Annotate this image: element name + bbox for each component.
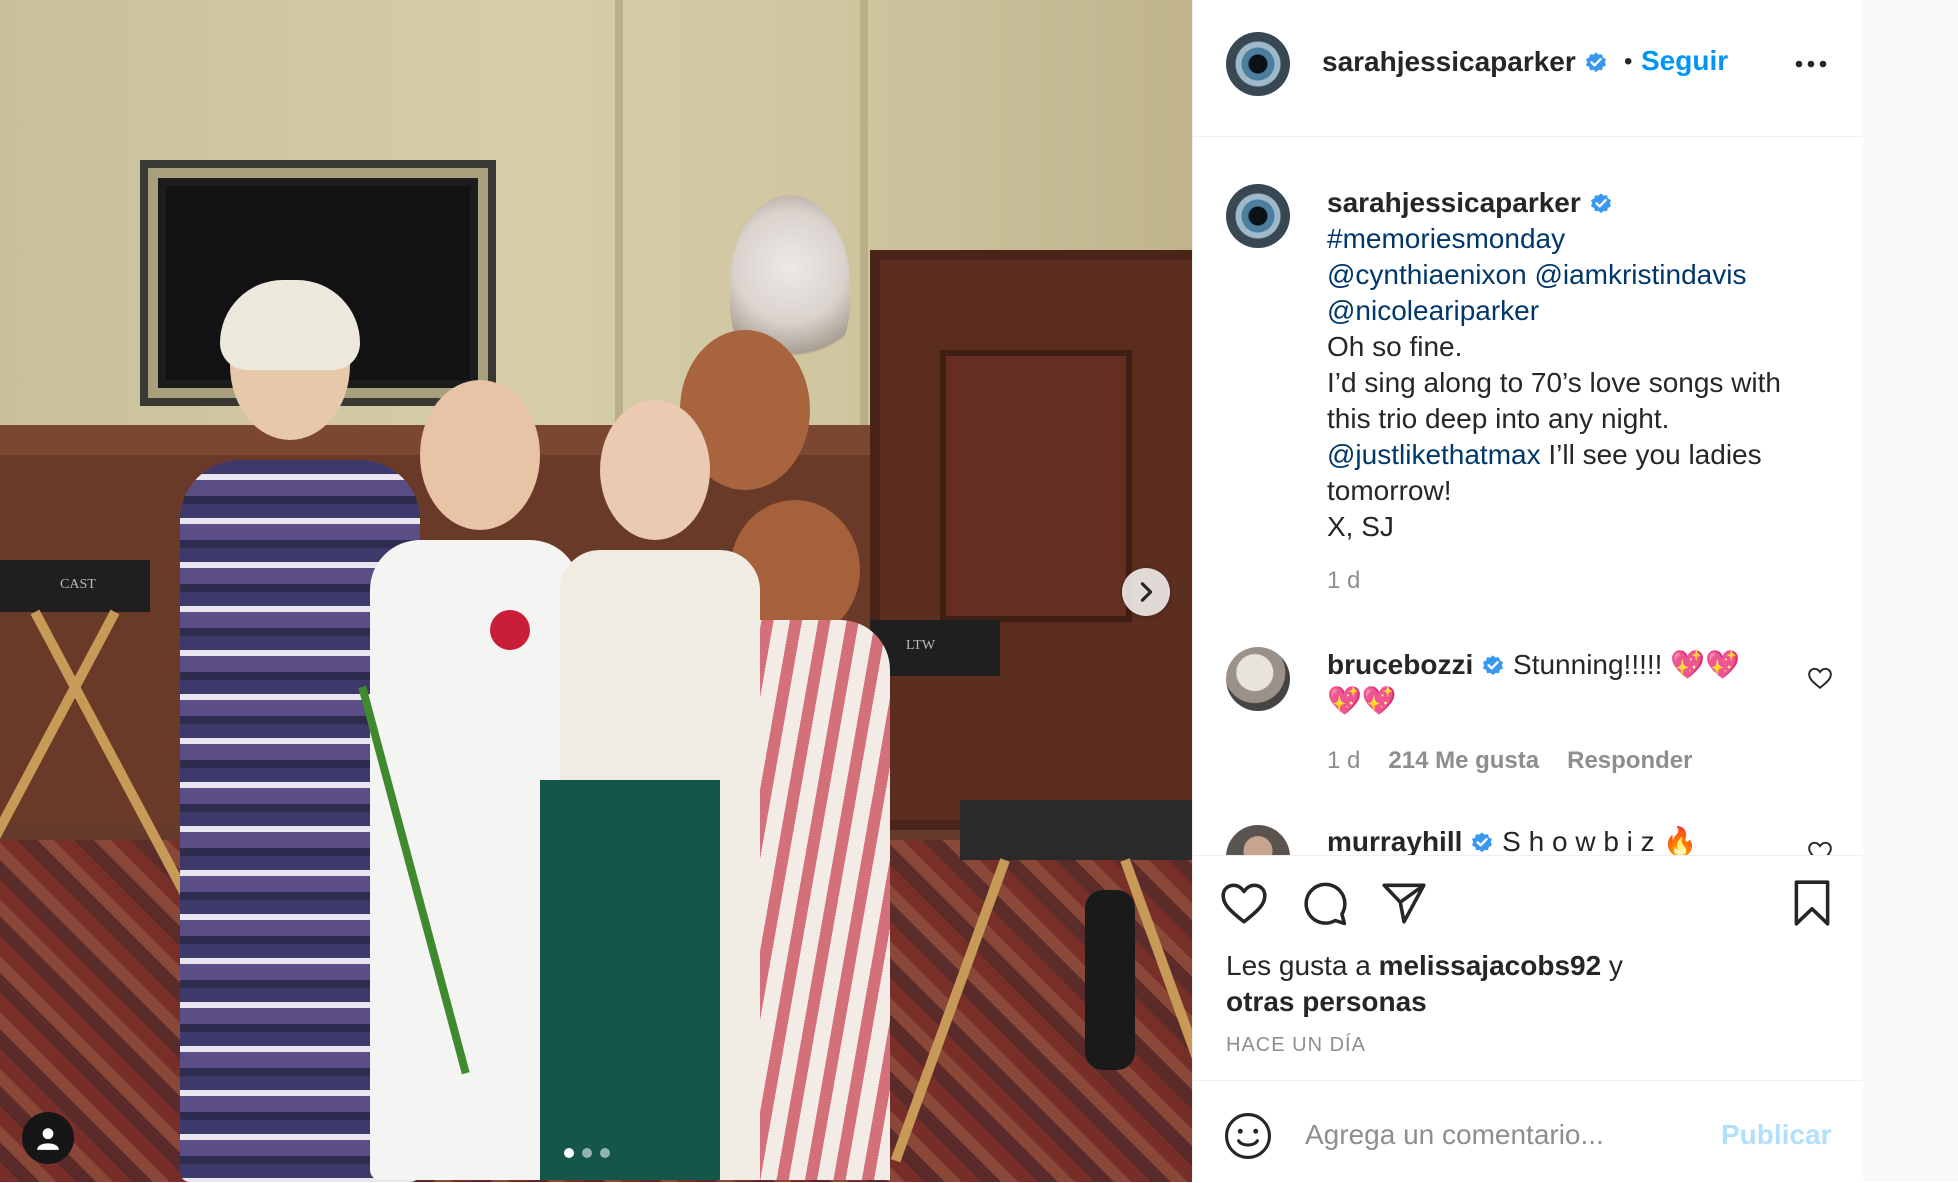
avatar[interactable] — [1226, 825, 1290, 855]
username-text[interactable]: sarahjessicaparker — [1322, 46, 1576, 77]
mention-link[interactable]: @nicoleariparker — [1327, 295, 1539, 326]
follow-button[interactable]: Seguir — [1641, 45, 1728, 77]
publish-button[interactable]: Publicar — [1721, 1119, 1831, 1151]
carousel-dot-active — [564, 1148, 574, 1158]
avatar[interactable] — [1226, 184, 1290, 248]
comment-icon[interactable] — [1299, 878, 1349, 928]
next-slide-button[interactable] — [1122, 568, 1170, 616]
likes-prefix: Les gusta a — [1226, 950, 1379, 981]
header-username[interactable]: sarahjessicaparker — [1322, 46, 1608, 78]
carousel-dot — [600, 1148, 610, 1158]
comment-like-icon[interactable] — [1807, 665, 1833, 691]
caption-signoff: X, SJ — [1327, 511, 1394, 542]
caption-time[interactable]: 1 d — [1327, 567, 1360, 595]
comment-time[interactable]: 1 d — [1327, 747, 1360, 775]
comment-likes[interactable]: 214 Me gusta — [1388, 747, 1539, 775]
reply-button[interactable]: Responder — [1567, 747, 1692, 775]
verified-badge-icon — [1472, 832, 1493, 853]
post-sidebar: sarahjessicaparker • Seguir sarahjessica… — [1192, 0, 1864, 1182]
comment-input[interactable] — [1303, 1103, 1697, 1167]
comment-username[interactable]: murrayhill — [1327, 826, 1462, 855]
verified-badge-icon — [1585, 52, 1606, 73]
emoji-icon[interactable] — [1223, 1111, 1273, 1161]
photo-person-3 — [540, 390, 760, 1182]
mention-link[interactable]: @cynthiaenixon — [1327, 259, 1527, 290]
comment-like-icon[interactable] — [1807, 839, 1833, 855]
post-caption: sarahjessicaparker #memoriesmonday @cynt… — [1327, 185, 1827, 545]
likes-summary[interactable]: Les gusta a melissajacobs92 y otras pers… — [1226, 948, 1623, 1020]
user-icon — [37, 1128, 59, 1150]
carousel-indicator — [564, 1148, 610, 1158]
caption-line: Oh so fine. — [1327, 331, 1463, 362]
comment-item: murrayhill S h o w b i z 🔥 — [1327, 824, 1697, 855]
more-horizontal-icon — [1795, 60, 1827, 68]
caption-line: I’d sing along to 70’s love songs with t… — [1327, 367, 1781, 434]
comment-composer: Publicar — [1193, 1080, 1863, 1183]
verified-badge-icon — [1590, 193, 1611, 214]
heart-icon[interactable] — [1219, 878, 1269, 928]
comment-meta: 1 d 214 Me gusta Responder — [1327, 747, 1692, 775]
post-actions: Les gusta a melissajacobs92 y otras pers… — [1193, 855, 1863, 1081]
verified-badge-icon — [1483, 655, 1504, 676]
likes-suffix: y — [1601, 950, 1623, 981]
chevron-right-icon — [1140, 582, 1153, 602]
post-header: sarahjessicaparker • Seguir — [1193, 0, 1863, 137]
chair-label-ltw: LTW — [906, 638, 936, 653]
mention-link[interactable]: @iamkristindavis — [1534, 259, 1746, 290]
avatar[interactable] — [1226, 647, 1290, 711]
caption-username[interactable]: sarahjessicaparker — [1327, 187, 1581, 218]
post-timestamp[interactable]: HACE UN DÍA — [1226, 1034, 1366, 1057]
photo-door — [870, 250, 1192, 830]
comment-text: S h o w b i z 🔥 — [1502, 826, 1698, 855]
mention-link[interactable]: @justlikethatmax — [1327, 439, 1541, 470]
comment-item: brucebozzi Stunning!!!!! 💖💖💖💖 — [1327, 647, 1767, 719]
photo-water-bottle — [1085, 890, 1135, 1070]
avatar[interactable] — [1226, 32, 1290, 96]
likes-user-link[interactable]: melissajacobs92 — [1379, 950, 1602, 981]
bookmark-icon[interactable] — [1787, 878, 1837, 928]
tagged-users-button[interactable] — [22, 1112, 74, 1164]
comment-username[interactable]: brucebozzi — [1327, 649, 1473, 680]
hashtag-link[interactable]: #memoriesmonday — [1327, 223, 1565, 254]
carousel-dot — [582, 1148, 592, 1158]
photo-wall-panel — [615, 0, 623, 440]
page-background — [1863, 0, 1958, 1182]
more-options-button[interactable] — [1791, 50, 1831, 78]
header-separator: • — [1624, 48, 1633, 75]
chair-label-cast: CAST — [60, 577, 96, 592]
share-icon[interactable] — [1379, 878, 1429, 928]
photo-chair-back — [960, 800, 1192, 860]
likes-others-link[interactable]: otras personas — [1226, 986, 1427, 1017]
post-photo[interactable]: CAST LTW — [0, 0, 1192, 1182]
comments-scroll-area[interactable]: sarahjessicaparker #memoriesmonday @cynt… — [1193, 137, 1863, 855]
